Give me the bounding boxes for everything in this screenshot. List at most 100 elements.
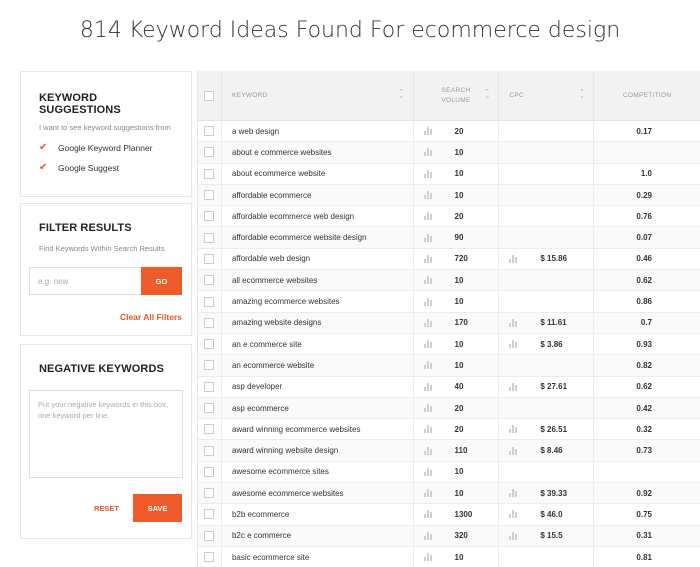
- row-checkbox[interactable]: [204, 317, 215, 328]
- source-google-suggest[interactable]: ✔ Google Suggest: [39, 163, 179, 174]
- cpc-cell: [499, 546, 595, 567]
- bar-chart-icon[interactable]: [423, 191, 433, 200]
- keyword-cell: about ecommerce website: [222, 163, 414, 184]
- row-checkbox[interactable]: [204, 168, 215, 179]
- row-checkbox[interactable]: [204, 190, 215, 201]
- table-row[interactable]: awesome ecommerce sites 10: [198, 461, 700, 484]
- table-row[interactable]: affordable ecommerce web design 20 0.76: [198, 206, 700, 228]
- row-checkbox[interactable]: [204, 445, 215, 456]
- table-row[interactable]: affordable web design 720 $ 15.86 0.46: [198, 248, 700, 271]
- row-checkbox[interactable]: [204, 360, 215, 371]
- row-checkbox[interactable]: [204, 509, 215, 520]
- bar-chart-icon[interactable]: [423, 233, 433, 242]
- table-row[interactable]: asp ecommerce 20 0.42: [198, 397, 700, 420]
- bar-chart-icon[interactable]: [423, 425, 433, 434]
- table-row[interactable]: basic ecommerce site 10 0.81: [198, 546, 700, 567]
- source-google-keyword-planner[interactable]: ✔ Google Keyword Planner: [39, 143, 179, 154]
- bar-chart-icon[interactable]: [423, 404, 433, 412]
- row-checkbox[interactable]: [204, 147, 215, 158]
- table-row[interactable]: affordable ecommerce 10 0.29: [198, 184, 700, 207]
- bar-chart-icon[interactable]: [509, 489, 518, 498]
- bar-chart-icon[interactable]: [423, 340, 433, 349]
- row-checkbox[interactable]: [204, 232, 215, 243]
- row-checkbox[interactable]: [204, 552, 215, 563]
- bar-chart-icon[interactable]: [509, 382, 518, 391]
- table-row[interactable]: award winning ecommerce websites 20 $ 26.5…: [198, 419, 700, 441]
- bar-chart-icon[interactable]: [423, 531, 433, 540]
- bar-chart-icon[interactable]: [423, 318, 433, 327]
- bar-chart-icon[interactable]: [509, 510, 518, 519]
- row-checkbox[interactable]: [204, 403, 215, 413]
- save-button[interactable]: SAVE: [133, 494, 182, 522]
- table-row[interactable]: award winning website design 110 $ 8.46 0.7…: [198, 440, 700, 462]
- table-row[interactable]: about ecommerce website 10 1.0: [198, 163, 700, 185]
- bar-chart-icon[interactable]: [423, 489, 433, 498]
- table-row[interactable]: a web design 20 0.17: [198, 121, 700, 143]
- bar-chart-icon[interactable]: [423, 169, 433, 178]
- check-icon[interactable]: ✔: [39, 143, 49, 153]
- sort-arrows-icon[interactable]: ⌃ ⌄: [398, 89, 404, 100]
- bar-chart-icon[interactable]: [509, 446, 518, 455]
- bar-chart-icon[interactable]: [423, 212, 433, 221]
- table-row[interactable]: b2b ecommerce 1300 $ 46.0 0.75: [198, 504, 700, 526]
- row-checkbox[interactable]: [204, 424, 215, 435]
- table-row[interactable]: b2c e commerce 320 $ 15.5 0.31: [198, 525, 700, 547]
- select-all-checkbox[interactable]: [204, 90, 215, 101]
- bar-chart-icon[interactable]: [423, 553, 433, 562]
- table-row[interactable]: affordable ecommerce website design 90 0.0…: [198, 227, 700, 249]
- bar-chart-icon[interactable]: [423, 510, 433, 519]
- source-label: Google Keyword Planner: [58, 143, 153, 153]
- table-row[interactable]: about e commerce websites 10: [198, 142, 700, 164]
- row-checkbox[interactable]: [204, 488, 215, 499]
- header-search-volume[interactable]: SEARCH VOLUME ⌃ ⌄: [414, 71, 500, 120]
- row-checkbox[interactable]: [204, 296, 215, 307]
- clear-all-filters-link[interactable]: Clear All Filters: [39, 312, 182, 322]
- header-checkbox-cell: [198, 71, 222, 120]
- row-checkbox[interactable]: [204, 339, 215, 350]
- bar-chart-icon[interactable]: [423, 361, 433, 370]
- row-checkbox[interactable]: [204, 126, 215, 137]
- bar-chart-icon[interactable]: [423, 446, 433, 455]
- row-checkbox[interactable]: [204, 211, 215, 222]
- negative-keywords-textarea[interactable]: [29, 390, 183, 478]
- bar-chart-icon[interactable]: [509, 531, 518, 540]
- keyword-cell: b2c e commerce: [222, 525, 414, 546]
- filter-results-subtext: Find Keywords Within Search Results: [39, 244, 165, 253]
- check-icon[interactable]: ✔: [39, 163, 49, 173]
- table-row[interactable]: awesome ecommerce websites 10 $ 39.33 0.92: [198, 483, 700, 505]
- row-checkbox[interactable]: [204, 275, 215, 286]
- sort-arrows-icon[interactable]: ⌃ ⌄: [579, 89, 585, 100]
- table-row[interactable]: amazing ecommerce websites 10 0.86: [198, 291, 700, 313]
- row-checkbox-cell: [198, 227, 222, 248]
- bar-chart-icon[interactable]: [423, 127, 433, 136]
- reset-button[interactable]: RESET: [94, 504, 119, 513]
- bar-chart-icon[interactable]: [509, 254, 518, 263]
- table-row[interactable]: all ecommerce websites 10 0.62: [198, 270, 700, 292]
- row-checkbox[interactable]: [204, 530, 215, 541]
- bar-chart-icon[interactable]: [423, 276, 433, 285]
- row-checkbox[interactable]: [204, 253, 215, 264]
- go-button[interactable]: GO: [141, 267, 182, 295]
- header-cpc[interactable]: CPC ⌃ ⌄: [499, 71, 595, 120]
- volume-value: 10: [454, 275, 464, 285]
- bar-chart-icon[interactable]: [423, 382, 433, 391]
- table-row[interactable]: an e commerce site 10 $ 3.86 0.93: [198, 333, 700, 356]
- bar-chart-icon[interactable]: [423, 297, 433, 306]
- bar-chart-icon[interactable]: [509, 340, 518, 349]
- bar-chart-icon[interactable]: [509, 425, 518, 434]
- bar-chart-icon[interactable]: [423, 254, 433, 263]
- page-title: 814 Keyword Ideas Found For ecommerce de…: [79, 18, 621, 43]
- row-checkbox-cell: [198, 248, 222, 270]
- table-row[interactable]: an ecommerce website 10 0.82: [198, 355, 700, 377]
- bar-chart-icon[interactable]: [423, 148, 433, 157]
- filter-input[interactable]: [29, 267, 141, 295]
- row-checkbox[interactable]: [204, 381, 215, 392]
- header-keyword[interactable]: KEYWORD ⌃ ⌄: [222, 71, 414, 120]
- header-competition[interactable]: COMPETITION: [594, 71, 700, 120]
- table-row[interactable]: amazing website designs 170 $ 11.61 0.7: [198, 312, 700, 334]
- bar-chart-icon[interactable]: [423, 467, 433, 476]
- table-row[interactable]: asp developer 40 $ 27.61 0.62: [198, 376, 700, 398]
- sort-arrows-icon[interactable]: ⌃ ⌄: [484, 89, 490, 100]
- bar-chart-icon[interactable]: [509, 318, 518, 327]
- row-checkbox[interactable]: [204, 466, 215, 477]
